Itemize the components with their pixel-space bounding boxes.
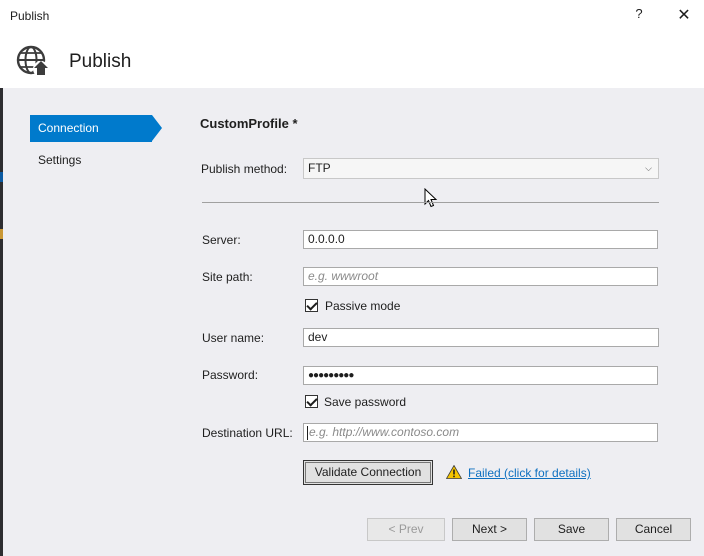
user-name-input[interactable]: dev [303,328,659,347]
publish-method-value: FTP [308,161,331,175]
header-title: Publish [69,51,132,72]
title-bar [0,0,704,32]
nav-item-connection[interactable]: Connection [30,115,152,142]
password-label: Password: [202,368,259,382]
destination-url-input[interactable]: e.g. http://www.contoso.com [303,423,658,442]
destination-url-label: Destination URL: [202,426,293,440]
next-button[interactable]: Next > [452,518,527,541]
globe-publish-icon [16,45,49,77]
save-password-label: Save password [324,395,407,409]
save-password-checkbox[interactable] [305,395,318,408]
chevron-down-icon: ⌵ [645,163,652,173]
passive-mode-checkbox[interactable] [305,299,318,312]
site-path-label: Site path: [202,270,253,284]
publish-method-label: Publish method: [201,162,288,176]
profile-name: CustomProfile * [200,116,298,131]
validation-failed-link[interactable]: Failed (click for details) [468,466,591,480]
mouse-cursor-icon [424,188,438,208]
prev-button[interactable]: < Prev [367,518,445,541]
cancel-button[interactable]: Cancel [616,518,691,541]
publish-method-select[interactable]: FTP ⌵ [303,158,659,179]
warning-icon [446,465,462,479]
passive-mode-label: Passive mode [325,299,401,313]
save-button[interactable]: Save [534,518,609,541]
password-input[interactable]: ●●●●●●●●● [303,366,658,385]
divider [202,202,659,203]
nav-selected-arrow [152,115,162,141]
checkmark-icon [306,395,318,407]
close-button[interactable]: ✕ [675,5,693,25]
site-path-input[interactable]: e.g. wwwroot [303,267,658,286]
nav-item-settings[interactable]: Settings [38,153,81,167]
checkmark-icon [306,299,318,311]
validate-connection-button[interactable]: Validate Connection [303,460,433,485]
user-name-label: User name: [202,331,265,345]
text-caret [307,426,308,440]
help-button[interactable]: ? [630,6,648,26]
window-title: Publish [10,9,50,23]
server-label: Server: [202,233,241,247]
server-input[interactable]: 0.0.0.0 [303,230,658,249]
